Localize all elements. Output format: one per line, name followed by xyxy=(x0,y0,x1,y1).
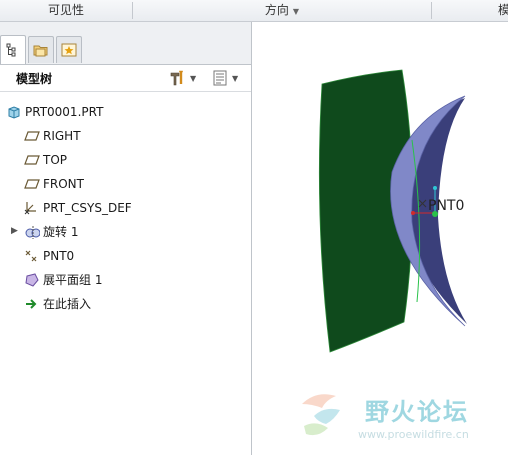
ribbon-group-label: 模 xyxy=(498,3,508,17)
datum-plane-icon xyxy=(24,128,40,144)
tree-node-label: PRT_CSYS_DEF xyxy=(43,201,132,215)
tab-model-tree[interactable] xyxy=(0,35,26,64)
tree-item-right[interactable]: RIGHT xyxy=(24,126,81,146)
tree-node-label: PRT0001.PRT xyxy=(25,105,104,119)
tree-item-front[interactable]: FRONT xyxy=(24,174,84,194)
tree-item-revolve[interactable]: 旋转 1 xyxy=(24,222,78,242)
hammer-wrench-icon xyxy=(170,70,183,86)
folder-icon xyxy=(33,45,48,57)
chevron-down-icon: ▼ xyxy=(232,73,239,83)
ribbon-group-label: 可见性 xyxy=(47,3,84,17)
tree-item-csys[interactable]: PRT_CSYS_DEF xyxy=(24,198,132,218)
panel-title: 模型树 xyxy=(16,72,53,86)
datum-plane-icon xyxy=(24,176,40,192)
point-axis-handle xyxy=(433,186,437,190)
watermark-logo xyxy=(302,394,340,436)
tree-settings-button[interactable]: ▼ xyxy=(212,69,238,87)
ribbon-group-bar: 可见性 方向 ▼ 模 xyxy=(0,0,508,22)
tree-root-node[interactable]: PRT0001.PRT xyxy=(6,102,103,122)
ribbon-group-label: 方向 xyxy=(264,3,289,17)
ribbon-group-visibility[interactable]: 可见性 xyxy=(0,0,132,21)
datum-point-label: PNT0 xyxy=(428,198,465,214)
navigator-tabstrip xyxy=(0,22,251,65)
watermark-text: 野火论坛 xyxy=(365,398,469,426)
tree-node-label: 旋转 1 xyxy=(43,225,79,239)
tree-node-label: FRONT xyxy=(43,177,84,191)
datum-point-icon xyxy=(24,248,40,264)
datum-plane-icon xyxy=(24,152,40,168)
flatten-quilt-icon xyxy=(24,272,40,288)
tab-favorites[interactable] xyxy=(56,36,82,63)
revolve-icon xyxy=(24,224,40,240)
tree-node-label: 在此插入 xyxy=(43,297,92,311)
expand-arrow-icon[interactable]: ▶ xyxy=(11,226,18,236)
point-axis-handle xyxy=(411,211,415,215)
navigator-panel: 模型树 ▼ ▼ PRT0001.PRT RIGHT TOP FRONT PRT_… xyxy=(0,22,252,455)
favorites-icon xyxy=(61,43,77,57)
tree-node-label: 展平面组 1 xyxy=(43,273,103,287)
watermark-url: www.proewildfire.cn xyxy=(358,428,469,441)
graphics-viewport[interactable]: PNT0 xyxy=(252,22,508,455)
tree-item-insert-here[interactable]: 在此插入 xyxy=(24,294,91,314)
tree-item-point[interactable]: PNT0 xyxy=(24,246,74,266)
ribbon-group-model[interactable]: 模 xyxy=(432,0,508,21)
csys-icon xyxy=(24,200,40,216)
insert-here-arrow-icon xyxy=(24,296,40,312)
chevron-down-icon: ▼ xyxy=(190,73,197,83)
chevron-down-icon: ▼ xyxy=(292,7,300,16)
tree-node-label: TOP xyxy=(43,153,68,167)
tree-item-flatten-quilt[interactable]: 展平面组 1 xyxy=(24,270,102,290)
tree-node-label: RIGHT xyxy=(43,129,81,143)
tree-node-label: PNT0 xyxy=(43,249,75,263)
tree-item-top[interactable]: TOP xyxy=(24,150,67,170)
part-icon xyxy=(6,104,22,120)
tab-folder-browser[interactable] xyxy=(28,36,54,63)
list-settings-icon xyxy=(213,70,227,86)
model-tree-icon xyxy=(6,43,16,57)
model-geometry xyxy=(318,69,467,353)
model-tree-header: 模型树 ▼ ▼ xyxy=(0,65,251,92)
ribbon-group-orientation[interactable]: 方向 ▼ xyxy=(133,0,431,21)
tree-tools-button[interactable]: ▼ xyxy=(168,69,196,87)
